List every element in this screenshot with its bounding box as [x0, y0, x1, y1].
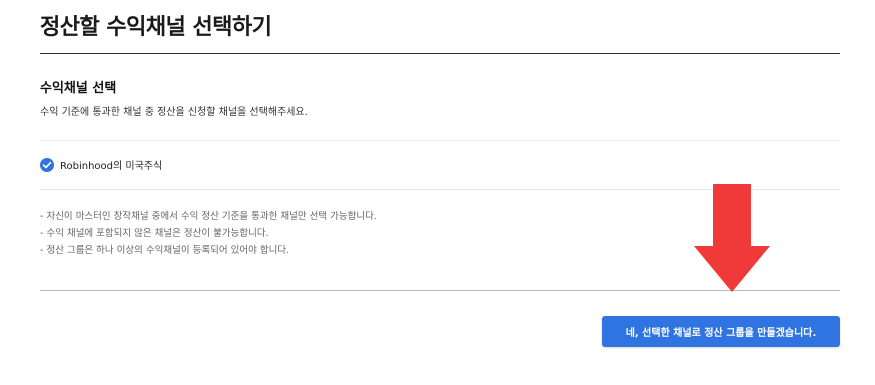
notes-list: - 자신이 마스터인 창작채널 중에서 수익 정산 기준을 통과한 채널만 선택…	[40, 208, 377, 259]
channel-option-robinhood[interactable]: Robinhood의 미국주식	[40, 157, 162, 172]
channel-label: Robinhood의 미국주식	[60, 161, 163, 172]
section-title: 수익채널 선택	[40, 81, 117, 96]
note-item: - 정산 그룹은 하나 이상의 수익채널이 등록되어 있어야 합니다.	[40, 245, 290, 256]
divider	[40, 140, 840, 141]
title-divider	[40, 53, 840, 54]
confirm-create-group-button[interactable]: 네, 선택한 채널로 정산 그룹을 만들겠습니다.	[602, 316, 840, 347]
arrow-down-icon	[694, 184, 770, 292]
note-item: - 자신이 마스터인 창작채널 중에서 수익 정산 기준을 통과한 채널만 선택…	[40, 211, 377, 222]
page-title: 정산할 수익채널 선택하기	[40, 15, 272, 40]
check-circle-icon[interactable]	[40, 157, 54, 172]
section-description: 수익 기준에 통과한 채널 중 정산을 신청할 채널을 선택해주세요.	[40, 107, 308, 118]
settlement-channel-page: 정산할 수익채널 선택하기 수익채널 선택 수익 기준에 통과한 채널 중 정산…	[0, 0, 875, 385]
note-item: - 수익 채널에 포함되지 않은 채널은 정산이 불가능합니다.	[40, 228, 269, 239]
